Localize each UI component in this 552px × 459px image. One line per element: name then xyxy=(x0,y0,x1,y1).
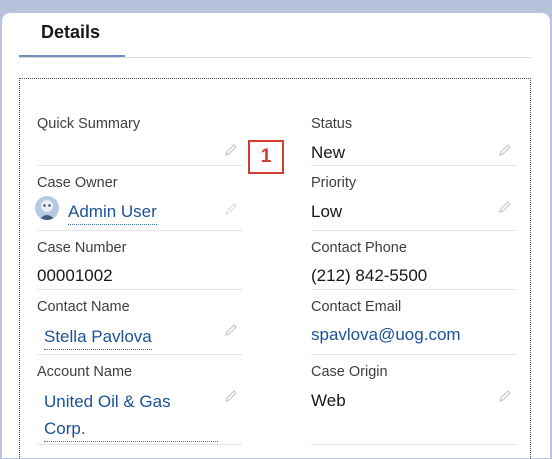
separator xyxy=(311,444,516,445)
tab-details[interactable]: Details xyxy=(41,22,100,43)
contact-email-label: Contact Email xyxy=(311,299,402,315)
account-name-line-2: Corp. xyxy=(44,419,218,442)
edit-priority-pencil-icon[interactable] xyxy=(498,200,512,214)
tab-divider xyxy=(19,57,531,58)
account-name-link[interactable]: United Oil & Gas Corp. xyxy=(44,392,220,442)
edit-contact-name-pencil-icon[interactable] xyxy=(224,323,238,337)
separator xyxy=(311,289,516,290)
priority-label: Priority xyxy=(311,175,357,191)
edit-quick-summary-pencil-icon[interactable] xyxy=(224,143,238,157)
case-owner-link[interactable]: Admin User xyxy=(68,202,157,225)
contact-name-label: Contact Name xyxy=(37,299,130,315)
account-name-label: Account Name xyxy=(37,364,133,380)
change-owner-icon[interactable] xyxy=(224,202,238,216)
case-number-label: Case Number xyxy=(37,240,127,256)
edit-status-pencil-icon[interactable] xyxy=(498,143,512,157)
status-value: New xyxy=(311,143,346,162)
edit-account-name-pencil-icon[interactable] xyxy=(224,389,238,403)
separator xyxy=(37,230,242,231)
case-origin-value: Web xyxy=(311,391,346,410)
separator xyxy=(37,165,242,166)
contact-email-link[interactable]: spavlova@uog.com xyxy=(311,325,461,345)
separator xyxy=(311,230,516,231)
separator xyxy=(37,444,242,445)
case-owner-label: Case Owner xyxy=(37,175,118,191)
contact-name-link[interactable]: Stella Pavlova xyxy=(44,327,152,350)
annotation-badge: 1 xyxy=(248,140,284,174)
account-name-line-1: United Oil & Gas xyxy=(44,392,171,411)
case-origin-label: Case Origin xyxy=(311,364,388,380)
case-number-value: 00001002 xyxy=(37,266,113,285)
quick-summary-label: Quick Summary xyxy=(37,116,141,132)
status-label: Status xyxy=(311,116,353,132)
priority-value: Low xyxy=(311,202,343,221)
separator xyxy=(311,165,516,166)
contact-phone-label: Contact Phone xyxy=(311,240,407,256)
edit-case-origin-pencil-icon[interactable] xyxy=(498,389,512,403)
separator xyxy=(37,354,242,355)
separator xyxy=(37,289,242,290)
separator xyxy=(311,354,516,355)
admin-user-avatar xyxy=(35,196,59,220)
contact-phone-value: (212) 842-5500 xyxy=(311,266,428,285)
